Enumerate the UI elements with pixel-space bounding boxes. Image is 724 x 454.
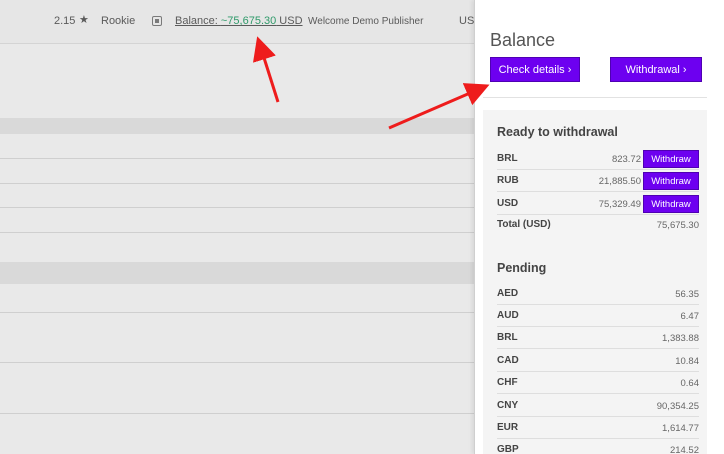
currency-code: RUB	[497, 175, 519, 186]
currency-selector[interactable]: US	[459, 15, 474, 27]
balance-amount: ~75,675.30	[220, 15, 277, 27]
currency-code: BRL	[497, 153, 518, 164]
pending-row: AED 56.35	[497, 283, 699, 305]
welcome-text: Welcome Demo Publisher	[308, 16, 424, 27]
pending-row: EUR 1,614.77	[497, 417, 699, 439]
panel-title: Balance	[490, 30, 556, 50]
currency-amount: 21,885.50	[598, 176, 641, 187]
total-label: Total (USD)	[497, 219, 551, 230]
currency-amount: 1,383.88	[662, 333, 699, 344]
background-row-divider	[0, 232, 474, 233]
ready-row: USD 75,329.49 Withdraw	[497, 193, 699, 215]
currency-amount: 0.64	[680, 378, 700, 389]
rating-value: 2.15	[54, 15, 76, 27]
balance-label: Balance:	[175, 15, 221, 27]
currency-amount: 90,354.25	[656, 401, 699, 412]
withdrawal-button[interactable]: Withdrawal ›	[610, 57, 702, 82]
ready-section-title: Ready to withdrawal	[497, 125, 618, 139]
wallet-icon[interactable]	[152, 16, 162, 26]
divider	[483, 97, 707, 98]
total-amount: 75,675.30	[656, 220, 699, 231]
star-icon: ★	[79, 14, 89, 26]
currency-amount: 1,614.77	[662, 423, 699, 434]
ready-row: RUB 21,885.50 Withdraw	[497, 170, 699, 192]
check-details-button[interactable]: Check details ›	[490, 57, 580, 82]
background-row-divider	[0, 207, 474, 208]
background-row-divider	[0, 158, 474, 159]
pending-row: BRL 1,383.88	[497, 327, 699, 349]
withdraw-rub-button[interactable]: Withdraw	[643, 172, 699, 190]
currency-amount: 6.47	[680, 311, 700, 322]
balance-details-list[interactable]: Ready to withdrawal BRL 823.72 Withdraw …	[483, 110, 707, 454]
pending-row: CAD 10.84	[497, 350, 699, 372]
pending-section-title: Pending	[497, 261, 547, 275]
currency-code: USD	[497, 198, 519, 209]
currency-amount: 214.52	[669, 445, 699, 454]
currency-code: GBP	[497, 444, 519, 454]
pending-row: GBP 214.52	[497, 439, 699, 454]
arrow-to-balance	[252, 36, 280, 103]
balance-currency: USD	[276, 15, 303, 27]
currency-code: EUR	[497, 422, 519, 433]
ready-row: BRL 823.72 Withdraw	[497, 148, 699, 170]
withdraw-brl-button[interactable]: Withdraw	[643, 150, 699, 168]
balance-link[interactable]: Balance: ~75,675.30 USD	[175, 15, 303, 27]
balance-panel: Balance Check details › Withdrawal › Rea…	[474, 0, 724, 454]
currency-code: AED	[497, 288, 519, 299]
pending-row: AUD 6.47	[497, 305, 699, 327]
rank-label: Rookie	[101, 15, 136, 27]
currency-amount: 823.72	[611, 154, 641, 165]
currency-code: CHF	[497, 377, 518, 388]
background-row-divider	[0, 362, 474, 363]
currency-amount: 10.84	[675, 356, 699, 367]
total-row: Total (USD) 75,675.30	[497, 214, 699, 236]
pending-row: CNY 90,354.25	[497, 395, 699, 417]
currency-code: BRL	[497, 332, 518, 343]
currency-code: CNY	[497, 400, 519, 411]
background-row-divider	[0, 183, 474, 184]
background-section-header	[0, 118, 474, 134]
pending-row: CHF 0.64	[497, 372, 699, 394]
withdraw-usd-button[interactable]: Withdraw	[643, 195, 699, 213]
background-row-divider	[0, 413, 474, 414]
currency-code: CAD	[497, 355, 519, 366]
background-section-header	[0, 262, 474, 284]
background-row-divider	[0, 312, 474, 313]
currency-amount: 56.35	[675, 289, 699, 300]
currency-amount: 75,329.49	[598, 199, 641, 210]
currency-code: AUD	[497, 310, 519, 321]
